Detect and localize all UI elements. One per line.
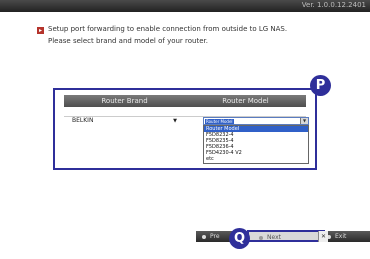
annotation-badge-p: P [310,75,331,96]
router-brand-header: Router Brand [101,97,148,105]
router-model-header: Router Model [222,97,269,105]
top-bar: Ver. 1.0.0.12.2401 [0,0,370,12]
router-model-select[interactable]: Router Model ▼ [203,117,309,125]
next-label: Next [267,234,281,241]
version-label: Ver. 1.0.0.12.2401 [301,1,366,9]
chevron-down-icon: ▼ [173,118,177,124]
router-model-value: Router Model [205,119,234,124]
router-selection-panel: Router Brand Router Model BELKIN ▼ Route… [53,88,317,170]
next-button[interactable]: Next [259,232,281,243]
intro-line-1: Setup port forwarding to enable connecti… [48,25,288,33]
info-square-icon: ▸ [37,27,44,34]
dropdown-option[interactable]: etc [204,156,308,162]
chevron-down-icon[interactable]: ▼ [300,118,308,124]
router-brand-select[interactable]: BELKIN ▼ [72,117,177,125]
circle-icon [202,234,206,239]
close-icon[interactable]: ✕ [318,231,328,242]
table-header: Router Brand Router Model [64,95,306,107]
router-model-dropdown: Router Model F5D8232-4 F5D8235-4 F5D8236… [203,125,309,164]
next-button-highlight: Next [247,230,325,242]
prev-button[interactable]: Pre [202,231,220,242]
exit-label: Exit [335,233,347,240]
exit-button[interactable]: Exit [327,231,346,242]
router-brand-value: BELKIN [72,117,94,124]
annotation-badge-q: Q [229,228,250,249]
intro-line-2: Please select brand and model of your ro… [48,37,208,45]
prev-label: Pre [210,233,220,240]
circle-icon [259,235,263,240]
